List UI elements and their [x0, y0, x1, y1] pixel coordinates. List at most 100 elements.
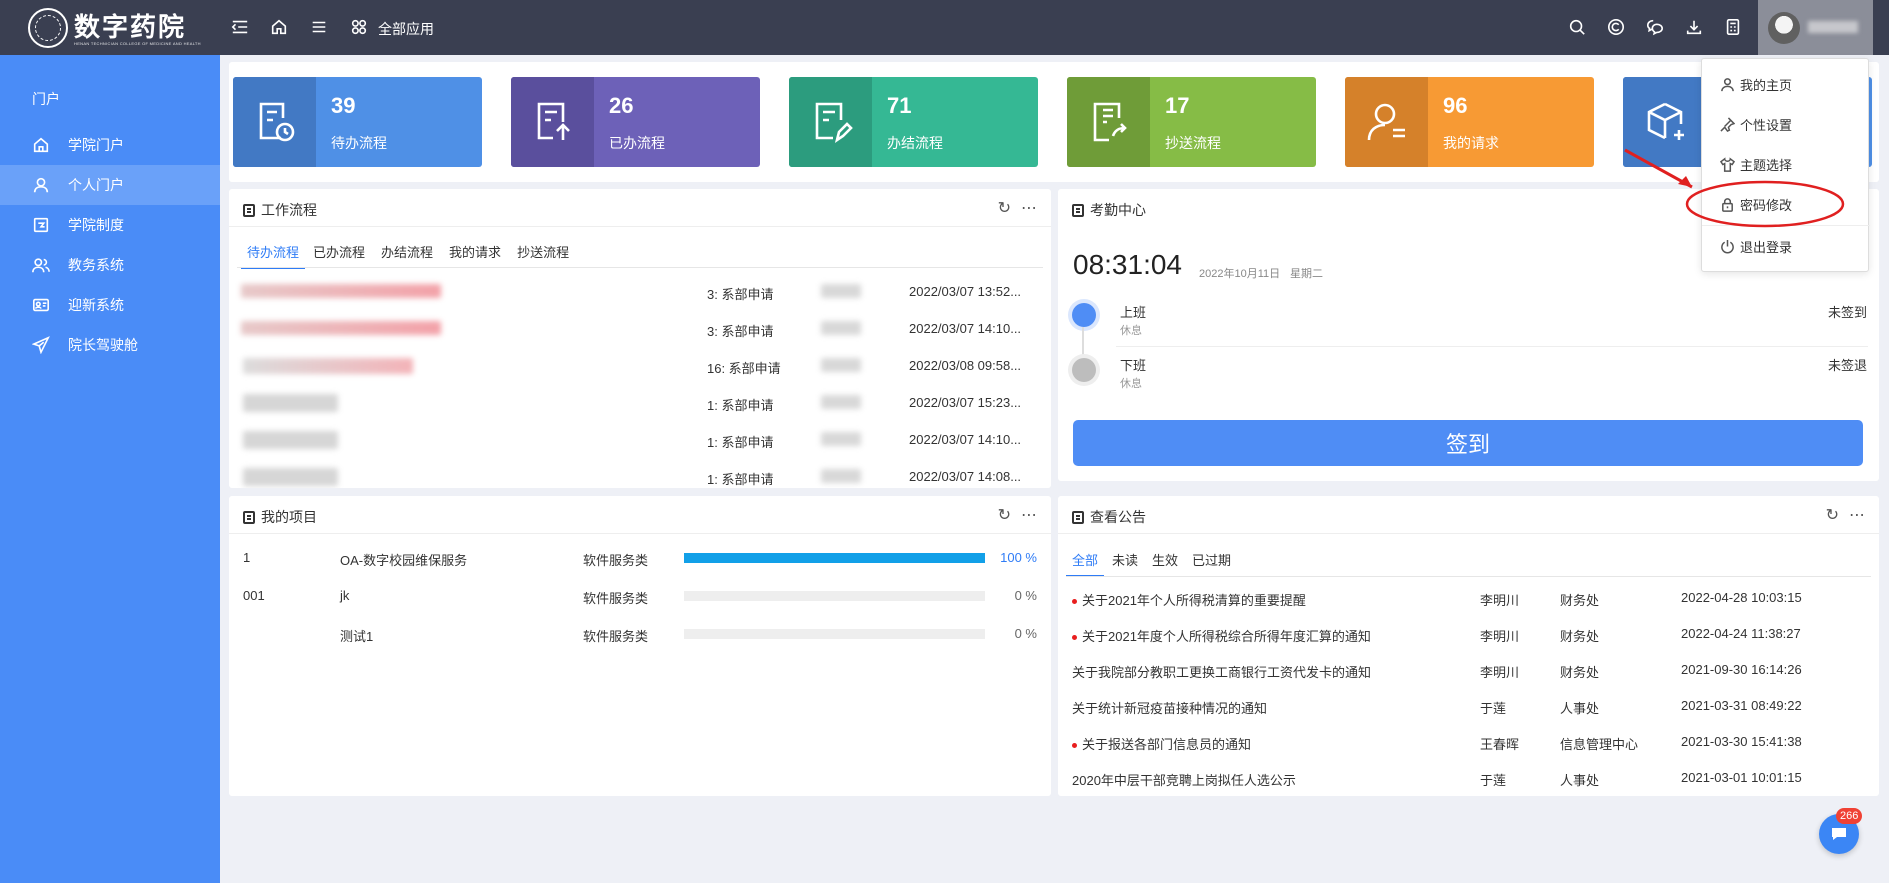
stat-card-completed[interactable]: 71 办结流程 [789, 77, 1038, 167]
sidebar-item-academic-system[interactable]: 教务系统 [0, 245, 220, 285]
notice-title[interactable]: 关于报送各部门信息员的通知 [1082, 737, 1251, 752]
table-row[interactable]: 1 OA-数字校园维保服务 软件服务类 100 % [229, 550, 1051, 574]
stat-count: 39 [331, 93, 356, 118]
redacted-title [241, 284, 441, 298]
table-row[interactable]: 测试1 软件服务类 0 % [229, 626, 1051, 650]
user-menu-trigger[interactable] [1758, 0, 1873, 55]
tab-pending[interactable]: 待办流程 [241, 242, 306, 269]
projects-panel: 我的项目 ↻ ⋯ 1 OA-数字校园维保服务 软件服务类 100 % 001 j… [229, 496, 1051, 796]
progress-bar [684, 629, 985, 639]
table-row[interactable]: 1: 系部申请 2022/03/07 15:23... [229, 392, 1051, 422]
logo[interactable]: 数字药院 HENAN TECHNICIAN COLLEGE OF MEDICIN… [28, 8, 201, 48]
workflow-step: 1: 系部申请 [707, 435, 774, 450]
clock-time: 08:31:04 [1073, 249, 1182, 280]
workflow-step: 3: 系部申请 [707, 324, 774, 339]
chat-badge: 266 [1836, 808, 1863, 824]
table-row[interactable]: 16: 系部申请 2022/03/08 09:58... [229, 355, 1051, 385]
notice-dept: 财务处 [1560, 593, 1600, 608]
stat-card-requests[interactable]: 96 我的请求 [1345, 77, 1594, 167]
notice-author: 于莲 [1480, 773, 1507, 788]
stat-card-cc[interactable]: 17 抄送流程 [1067, 77, 1316, 167]
all-apps-icon[interactable] [348, 16, 370, 38]
all-apps-button[interactable]: 全部应用 [378, 19, 434, 39]
home-icon[interactable] [268, 16, 290, 38]
more-icon[interactable]: ⋯ [1021, 505, 1037, 525]
menu-item-change-password[interactable]: 密码修改 [1720, 195, 1792, 214]
table-row[interactable]: 3: 系部申请 2022/03/07 14:10... [229, 318, 1051, 348]
more-icon[interactable]: ⋯ [1021, 198, 1037, 218]
tab-done[interactable]: 已办流程 [305, 242, 373, 269]
menu-item-theme[interactable]: 主题选择 [1720, 155, 1792, 174]
sidebar-item-college-policy[interactable]: 学院制度 [0, 205, 220, 245]
unread-dot [1072, 599, 1077, 605]
collapse-menu-icon[interactable] [229, 16, 251, 38]
project-id: 001 [243, 588, 265, 603]
notice-title[interactable]: 关于2021年个人所得税清算的重要提醒 [1082, 593, 1306, 608]
sign-in-button[interactable]: 签到 [1073, 420, 1863, 466]
notice-row[interactable]: 关于2021年度个人所得税综合所得年度汇算的通知 李明川 财务处 2022-04… [1058, 626, 1879, 650]
panel-title: 考勤中心 [1090, 202, 1146, 218]
sidebar-item-dean-cockpit[interactable]: 院长驾驶舱 [0, 325, 220, 365]
stat-card-done[interactable]: 26 已办流程 [511, 77, 760, 167]
tab-expired[interactable]: 已过期 [1184, 550, 1237, 577]
notice-row[interactable]: 关于统计新冠疫苗接种情况的通知 于莲 人事处 2021-03-31 08:49:… [1058, 698, 1879, 722]
notice-time: 2022-04-24 11:38:27 [1681, 626, 1801, 641]
menu-item-personal-settings[interactable]: 个性设置 [1720, 115, 1792, 134]
notice-title[interactable]: 关于2021年度个人所得税综合所得年度汇算的通知 [1082, 629, 1371, 644]
sidebar-item-college-portal[interactable]: 学院门户 [0, 125, 220, 165]
table-row[interactable]: 3: 系部申请 2022/03/07 13:52... [229, 281, 1051, 311]
search-icon[interactable] [1566, 16, 1588, 38]
sidebar-item-personal-portal[interactable]: 个人门户 [0, 165, 220, 205]
redacted-title [243, 394, 338, 412]
checkin-user-icon [1072, 303, 1096, 327]
stat-card-pending[interactable]: 39 待办流程 [233, 77, 482, 167]
table-row[interactable]: 001 jk 软件服务类 0 % [229, 588, 1051, 612]
redacted-title [243, 468, 338, 486]
menu-item-my-homepage[interactable]: 我的主页 [1720, 75, 1792, 94]
tab-cc[interactable]: 抄送流程 [509, 242, 577, 269]
stat-label: 办结流程 [887, 135, 943, 151]
refresh-icon[interactable]: ↻ [1826, 505, 1839, 525]
menu-item-label: 我的主页 [1740, 78, 1793, 93]
wechat-icon[interactable] [1644, 16, 1666, 38]
redacted-title [241, 321, 441, 335]
download-icon[interactable] [1683, 16, 1705, 38]
menu-item-logout[interactable]: 退出登录 [1720, 237, 1792, 256]
notice-tabs: 全部 未读 生效 已过期 [1066, 550, 1237, 577]
notice-title[interactable]: 关于统计新冠疫苗接种情况的通知 [1072, 701, 1267, 716]
unread-dot [1072, 635, 1077, 641]
pin-icon [1720, 117, 1735, 132]
notice-title[interactable]: 关于我院部分教职工更换工商银行工资代发卡的通知 [1072, 665, 1371, 680]
tab-completed[interactable]: 办结流程 [373, 242, 441, 269]
clock-date: 2022年10月11日 [1199, 268, 1281, 280]
tab-unread[interactable]: 未读 [1104, 550, 1144, 577]
table-row[interactable]: 1: 系部申请 2022/03/07 14:10... [229, 429, 1051, 459]
menu-divider [1702, 225, 1870, 226]
tab-all[interactable]: 全部 [1066, 550, 1105, 577]
notice-row[interactable]: 2020年中层干部竞聘上岗拟任人选公示 于莲 人事处 2021-03-01 10… [1058, 770, 1879, 794]
refresh-icon[interactable]: ↻ [998, 198, 1011, 218]
tab-effective[interactable]: 生效 [1144, 550, 1184, 577]
panel-header: 查看公告 ↻ ⋯ [1058, 496, 1879, 534]
refresh-icon[interactable]: ↻ [998, 505, 1011, 525]
completed-icon [789, 77, 872, 167]
stat-count: 96 [1443, 93, 1468, 118]
menu-icon[interactable] [308, 16, 330, 38]
notice-row[interactable]: 关于报送各部门信息员的通知 王春晖 信息管理中心 2021-03-30 15:4… [1058, 734, 1879, 758]
sidebar-item-label: 个人门户 [68, 177, 124, 193]
notice-author: 李明川 [1480, 629, 1520, 644]
menu-item-label: 退出登录 [1740, 240, 1793, 255]
notice-row[interactable]: 关于我院部分教职工更换工商银行工资代发卡的通知 李明川 财务处 2021-09-… [1058, 662, 1879, 686]
notice-title[interactable]: 2020年中层干部竞聘上岗拟任人选公示 [1072, 773, 1296, 788]
user-icon [33, 177, 49, 193]
table-row[interactable]: 1: 系部申请 2022/03/07 14:08... [229, 466, 1051, 488]
workflow-time: 2022/03/08 09:58... [909, 358, 1022, 373]
panel-title: 我的项目 [261, 509, 317, 525]
tab-my-requests[interactable]: 我的请求 [441, 242, 509, 269]
notice-row[interactable]: 关于2021年个人所得税清算的重要提醒 李明川 财务处 2022-04-28 1… [1058, 590, 1879, 614]
sidebar-item-enrollment-system[interactable]: 迎新系统 [0, 285, 220, 325]
calculator-icon[interactable] [1722, 16, 1744, 38]
tabs-divider [237, 267, 1043, 268]
more-icon[interactable]: ⋯ [1849, 505, 1865, 525]
copyright-icon[interactable] [1605, 16, 1627, 38]
